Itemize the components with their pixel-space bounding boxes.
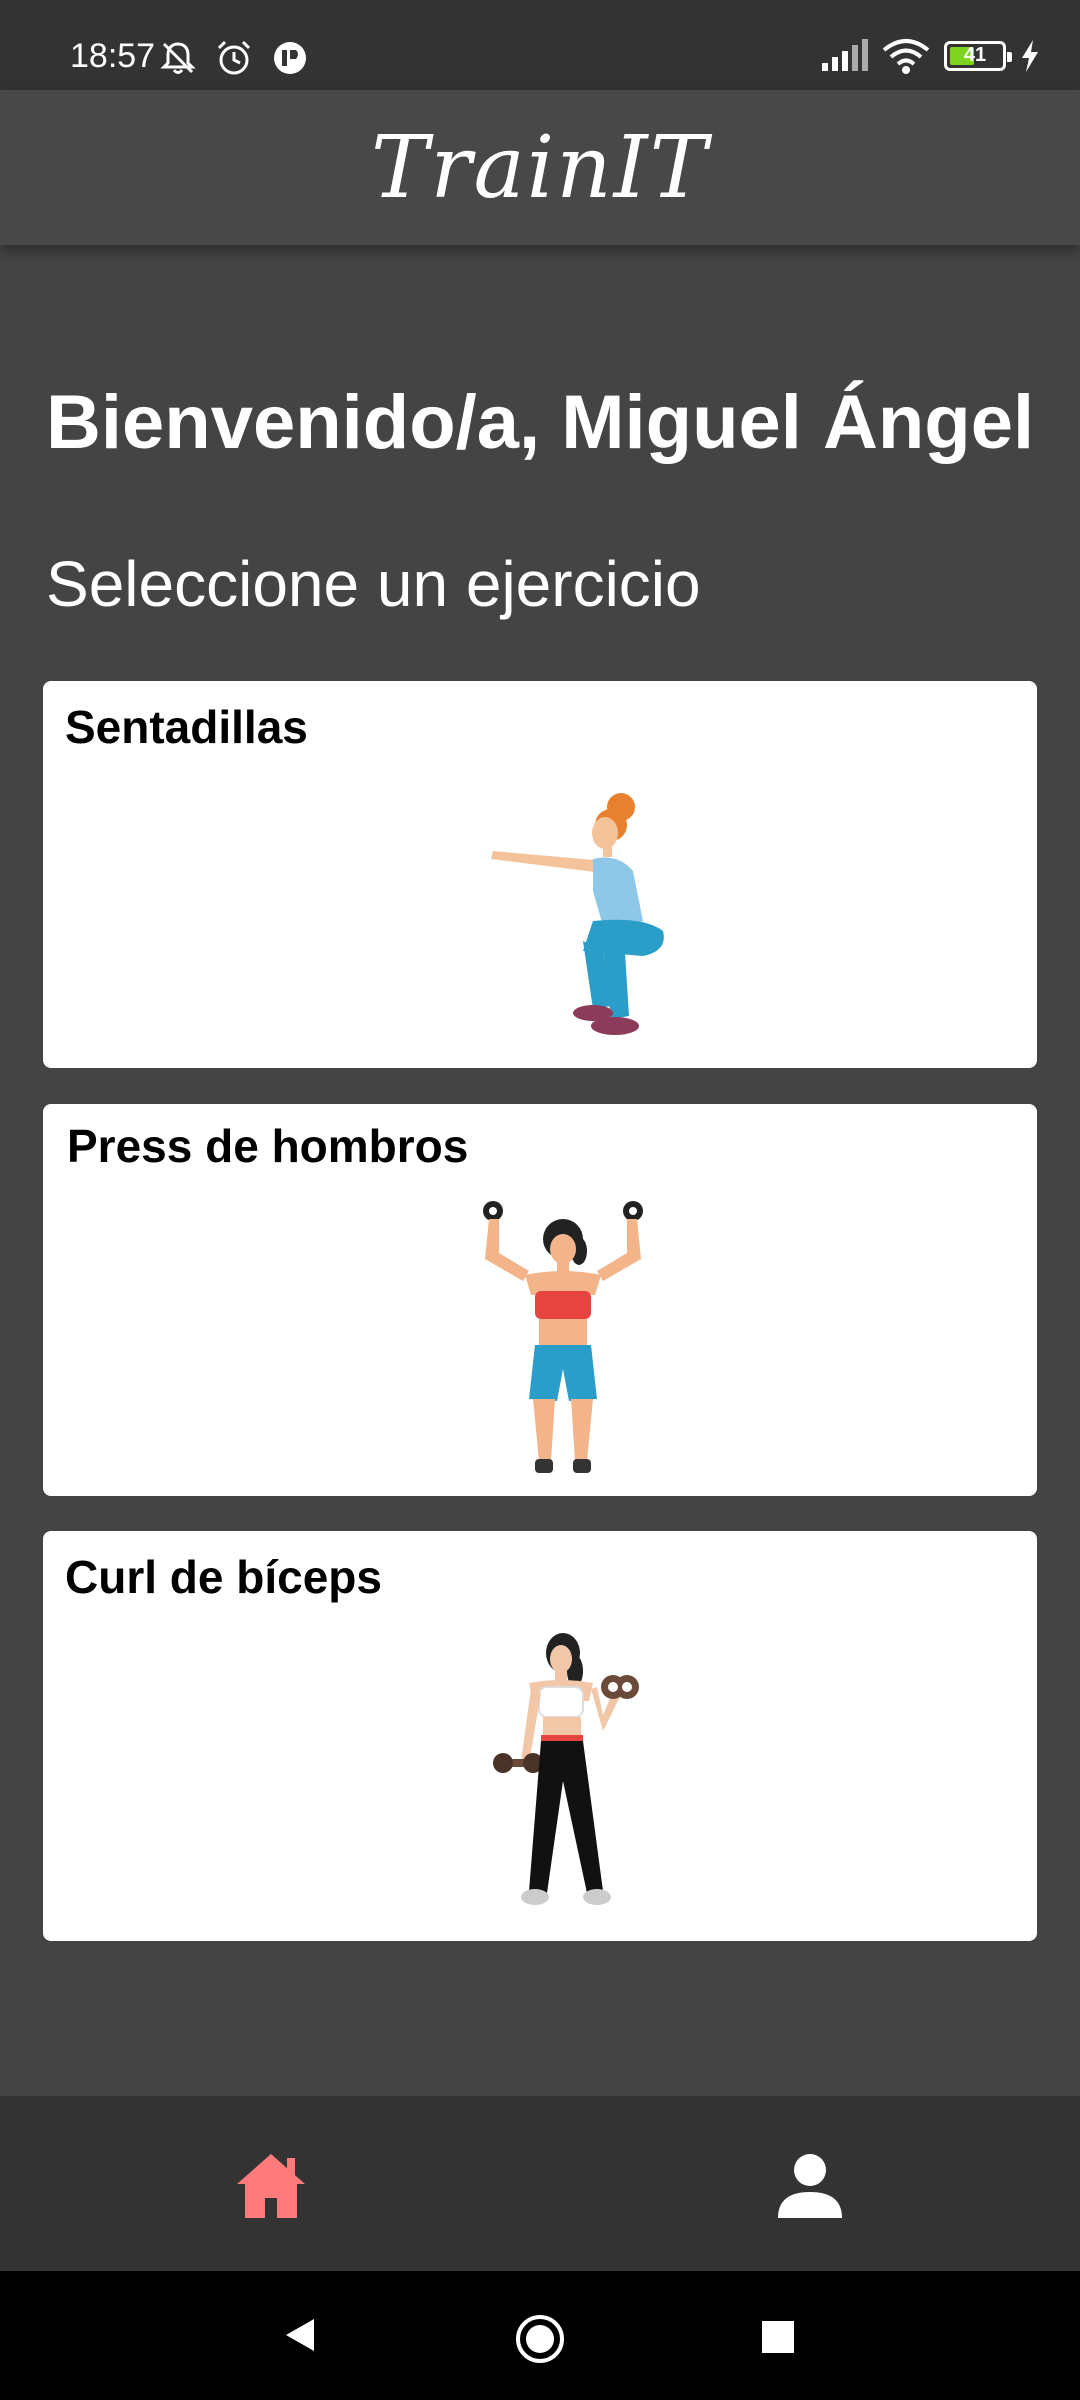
shoulder-press-illustration [483, 1201, 643, 1473]
exercise-title: Sentadillas [65, 701, 308, 753]
exercise-title: Press de hombros [67, 1120, 469, 1172]
exercise-card-press-hombros[interactable]: Press de hombros [43, 1104, 1037, 1496]
squat-illustration [491, 793, 664, 1035]
select-exercise-subtitle: Seleccione un ejercicio [46, 548, 701, 620]
wifi-icon [882, 39, 930, 74]
battery-icon: 41 [944, 41, 1012, 71]
status-right-icons: 41 [820, 36, 1040, 76]
home-icon [237, 2154, 305, 2218]
system-navigation [0, 2271, 1080, 2400]
battery-level: 41 [963, 44, 987, 66]
profile-icon [778, 2154, 842, 2218]
nav-profile[interactable] [770, 2146, 850, 2226]
status-time: 18:57 [70, 37, 156, 75]
nav-home[interactable] [231, 2146, 311, 2226]
recents-button[interactable] [760, 2319, 796, 2355]
alarm-icon [217, 40, 251, 75]
mute-icon [160, 42, 196, 74]
back-button[interactable] [280, 2315, 320, 2355]
charging-icon [1022, 40, 1038, 72]
bottom-navigation [0, 2096, 1080, 2271]
status-bar: 18:57 41 [0, 0, 1080, 90]
app-notification-icon [274, 42, 306, 74]
status-left-icons [158, 38, 310, 78]
exercise-card-curl-biceps[interactable]: Curl de bíceps [43, 1531, 1037, 1941]
bicep-curl-illustration [493, 1633, 639, 1905]
exercise-title: Curl de bíceps [65, 1551, 382, 1603]
app-bar: TrainIT [0, 90, 1080, 245]
welcome-heading: Bienvenido/a, Miguel Ángel [46, 380, 1035, 465]
signal-icon [822, 39, 868, 71]
app-title: TrainIT [371, 117, 709, 218]
home-button[interactable] [514, 2313, 566, 2365]
exercise-card-sentadillas[interactable]: Sentadillas [43, 681, 1037, 1068]
